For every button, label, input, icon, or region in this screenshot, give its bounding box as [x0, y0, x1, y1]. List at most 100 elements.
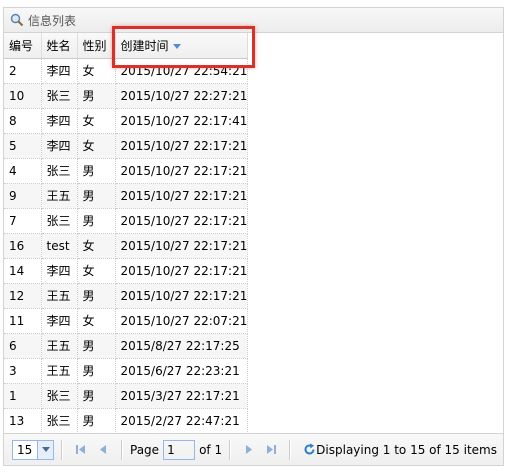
panel-header: 信息列表 [4, 8, 503, 33]
cell-id: 10 [4, 83, 42, 109]
cell-gender: 男 [77, 83, 116, 109]
cell-created-time: 2015/10/27 22:27:21 [115, 83, 249, 109]
cell-gender: 男 [77, 283, 116, 309]
cell-id: 1 [4, 383, 42, 409]
table-row[interactable]: 16 test 女 2015/10/27 22:17:21 [4, 233, 249, 259]
cell-created-time: 2015/10/27 22:54:21 [115, 58, 249, 84]
cell-id: 4 [4, 158, 42, 184]
cell-gender: 女 [77, 308, 116, 334]
pagination-bar: 15 Page 1 of 1 Displaying 1 to 15 of 15 … [4, 433, 503, 465]
cell-created-time: 2015/3/27 22:17:21 [115, 383, 249, 409]
info-list-panel: 信息列表 编号 姓名 性别 创建时间 2 李四女 2015/10/27 22:54:… [3, 7, 504, 466]
cell-created-time: 2015/6/27 22:23:21 [115, 358, 249, 384]
column-header-gender[interactable]: 性别 [77, 33, 116, 59]
cell-name: 王五 [41, 333, 78, 359]
cell-created-time: 2015/10/27 22:17:21 [115, 283, 249, 309]
column-header-id[interactable]: 编号 [4, 33, 42, 59]
page-total-label: of 1 [199, 442, 223, 457]
cell-created-time: 2015/2/27 22:47:21 [115, 408, 249, 433]
cell-id: 13 [4, 408, 42, 433]
cell-id: 3 [4, 358, 42, 384]
pager-separator [289, 439, 292, 460]
info-table: 编号 姓名 性别 创建时间 2 李四女 2015/10/27 22:54:21 10 张… [4, 33, 249, 433]
cell-name: 张三 [41, 208, 78, 234]
cell-gender: 男 [77, 208, 116, 234]
table-row[interactable]: 7 张三男 2015/10/27 22:17:21 [4, 208, 249, 234]
header-row: 编号 姓名 性别 创建时间 [4, 33, 249, 59]
page-label: Page [130, 442, 160, 457]
cell-id: 6 [4, 333, 42, 359]
page-number-input[interactable]: 1 [163, 439, 196, 460]
pager-separator [229, 439, 232, 460]
cell-created-time: 2015/10/27 22:07:21 [115, 308, 249, 334]
cell-name: 李四 [41, 108, 78, 134]
sort-desc-icon [172, 43, 181, 49]
cell-created-time: 2015/10/27 22:17:21 [115, 233, 249, 259]
cell-name: 李四 [41, 258, 78, 284]
cell-gender: 男 [77, 408, 116, 433]
cell-name: 王五 [41, 358, 78, 384]
chevron-down-icon[interactable] [37, 440, 53, 459]
cell-created-time: 2015/10/27 22:17:21 [115, 158, 249, 184]
cell-id: 2 [4, 58, 42, 84]
table-row[interactable]: 14 李四女 2015/10/27 22:17:21 [4, 258, 249, 284]
cell-name: 张三 [41, 83, 78, 109]
cell-name: 李四 [41, 308, 78, 334]
table-row[interactable]: 6 王五男 2015/8/27 22:17:25 [4, 333, 249, 359]
cell-name: 王五 [41, 283, 78, 309]
cell-created-time: 2015/8/27 22:17:25 [115, 333, 249, 359]
pager-separator [121, 439, 123, 460]
table-row[interactable]: 1 张三男 2015/3/27 22:17:21 [4, 383, 249, 409]
table-row[interactable]: 11 李四女 2015/10/27 22:07:21 [4, 308, 249, 334]
data-grid: 编号 姓名 性别 创建时间 2 李四女 2015/10/27 22:54:21 10 张… [4, 33, 503, 433]
cell-gender: 女 [77, 133, 116, 159]
table-row[interactable]: 12 王五男 2015/10/27 22:17:21 [4, 283, 249, 309]
cell-id: 8 [4, 108, 42, 134]
cell-id: 16 [4, 233, 42, 259]
cell-name: test [41, 233, 78, 259]
cell-name: 张三 [41, 383, 78, 409]
search-icon [10, 13, 24, 27]
cell-created-time: 2015/10/27 22:17:21 [115, 208, 249, 234]
grid-body: 2 李四女 2015/10/27 22:54:21 10 张三男 2015/10/27 2… [4, 58, 249, 433]
cell-id: 9 [4, 183, 42, 209]
cell-gender: 男 [77, 383, 116, 409]
cell-name: 王五 [41, 183, 78, 209]
cell-name: 张三 [41, 408, 78, 433]
table-row[interactable]: 3 王五男 2015/6/27 22:23:21 [4, 358, 249, 384]
pager-separator [61, 439, 63, 460]
cell-id: 14 [4, 258, 42, 284]
panel-title: 信息列表 [28, 13, 77, 28]
column-header-created-time[interactable]: 创建时间 [115, 33, 249, 59]
cell-gender: 女 [77, 58, 116, 84]
cell-name: 李四 [41, 133, 78, 159]
cell-gender: 女 [77, 258, 116, 284]
cell-gender: 女 [77, 233, 116, 259]
cell-gender: 男 [77, 158, 116, 184]
table-row[interactable]: 13 张三男 2015/2/27 22:47:21 [4, 408, 249, 433]
table-row[interactable]: 10 张三男 2015/10/27 22:27:21 [4, 83, 249, 109]
cell-gender: 男 [77, 358, 116, 384]
cell-created-time: 2015/10/27 22:17:21 [115, 183, 249, 209]
cell-created-time: 2015/10/27 22:17:41 [115, 108, 249, 134]
table-row[interactable]: 5 李四女 2015/10/27 22:17:21 [4, 133, 249, 159]
last-page-icon[interactable] [263, 442, 279, 458]
column-header-name[interactable]: 姓名 [41, 33, 78, 59]
cell-created-time: 2015/10/27 22:17:21 [115, 133, 249, 159]
cell-id: 5 [4, 133, 42, 159]
page-size-select[interactable]: 15 [12, 439, 54, 460]
table-row[interactable]: 4 张三男 2015/10/27 22:17:21 [4, 158, 249, 184]
display-info: Displaying 1 to 15 of 15 items [316, 442, 497, 457]
table-row[interactable]: 8 李四女 2015/10/27 22:17:41 [4, 108, 249, 134]
table-row[interactable]: 9 王五男 2015/10/27 22:17:21 [4, 183, 249, 209]
table-row[interactable]: 2 李四女 2015/10/27 22:54:21 [4, 58, 249, 84]
cell-id: 11 [4, 308, 42, 334]
cell-gender: 男 [77, 183, 116, 209]
first-page-icon[interactable] [73, 442, 89, 458]
next-page-icon[interactable] [241, 442, 257, 458]
refresh-icon[interactable] [301, 442, 317, 458]
cell-name: 张三 [41, 158, 78, 184]
cell-name: 李四 [41, 58, 78, 84]
prev-page-icon[interactable] [95, 442, 111, 458]
cell-id: 7 [4, 208, 42, 234]
